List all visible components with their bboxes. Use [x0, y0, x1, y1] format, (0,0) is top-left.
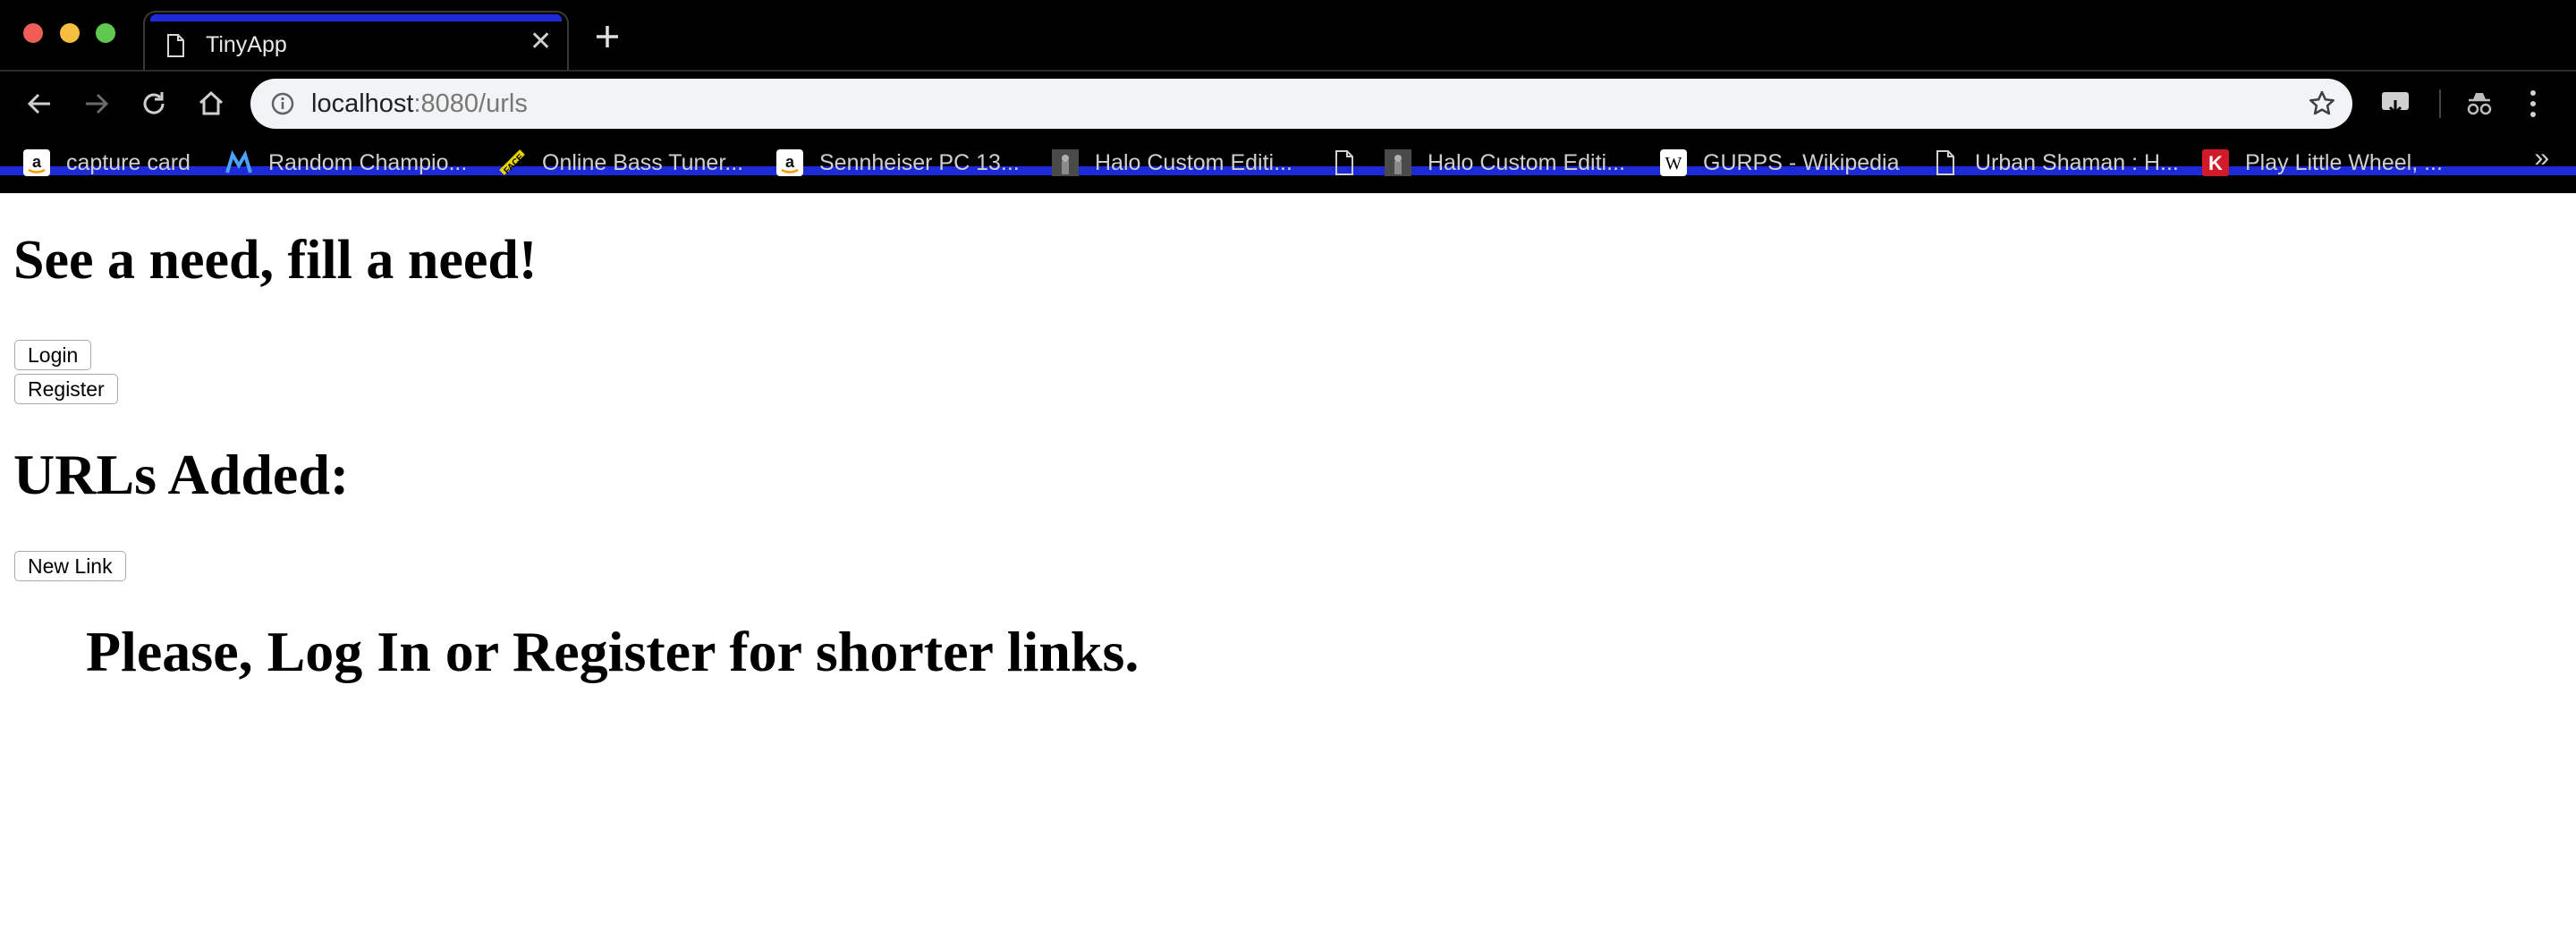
- bookmarks-overflow-icon[interactable]: »: [2534, 143, 2549, 173]
- info-icon[interactable]: [270, 91, 295, 121]
- bookmark-halo-1[interactable]: Halo Custom Editi...: [1052, 147, 1292, 179]
- wikipedia-icon: W: [1660, 149, 1687, 176]
- svg-text:a: a: [785, 153, 795, 171]
- close-window-button[interactable]: [23, 23, 43, 43]
- address-bar[interactable]: localhost:8080/urls: [250, 79, 2352, 129]
- new-tab-icon[interactable]: [592, 21, 623, 52]
- bookmark-label: Urban Shaman : H...: [1975, 149, 2179, 175]
- svg-text:a: a: [32, 153, 42, 171]
- minimize-window-button[interactable]: [60, 23, 80, 43]
- k-logo-icon: K: [2202, 149, 2229, 176]
- bookmark-label: Online Bass Tuner...: [542, 149, 744, 175]
- maximize-window-button[interactable]: [96, 23, 115, 43]
- bookmark-capture-card[interactable]: a capture card: [23, 147, 191, 179]
- page-icon: [166, 34, 184, 62]
- page-icon: [1932, 149, 1959, 176]
- page-title: See a need, fill a need!: [13, 230, 538, 291]
- bookmark-random-champion[interactable]: Random Champio...: [225, 147, 467, 179]
- urls-heading: URLs Added:: [13, 443, 350, 506]
- tab-accent: [150, 14, 562, 21]
- bookmark-label: Sennheiser PC 13...: [819, 149, 1020, 175]
- more-menu-icon[interactable]: [2524, 88, 2542, 124]
- home-icon[interactable]: [195, 88, 227, 120]
- tab-title: TinyApp: [206, 32, 287, 57]
- halo-icon: [1052, 149, 1079, 176]
- m-logo-icon: [225, 149, 252, 176]
- browser-chrome: TinyApp ✕ localhost:8080/urls a capture …: [0, 0, 2576, 193]
- bookmark-gurps[interactable]: W GURPS - Wikipedia: [1660, 147, 1900, 179]
- tab-tinyapp[interactable]: TinyApp ✕: [143, 11, 569, 70]
- close-tab-icon[interactable]: ✕: [530, 29, 552, 55]
- register-button[interactable]: Register: [14, 374, 118, 404]
- cast-extension-icon[interactable]: [2379, 88, 2411, 123]
- bookmark-untitled[interactable]: [1331, 147, 1374, 179]
- bookmark-little-wheel[interactable]: K Play Little Wheel, ...: [2202, 147, 2443, 179]
- svg-text:W: W: [1665, 154, 1682, 173]
- bookmark-label: Halo Custom Editi...: [1095, 149, 1292, 175]
- bookmark-star-icon[interactable]: [2308, 89, 2336, 123]
- svg-text:K: K: [2208, 152, 2223, 174]
- bookmark-label: Play Little Wheel, ...: [2245, 149, 2443, 175]
- back-arrow-icon[interactable]: [23, 88, 55, 120]
- bookmark-label: capture card: [66, 149, 191, 175]
- amazon-icon: a: [776, 149, 803, 176]
- bookmark-label: Random Champio...: [268, 149, 468, 175]
- page-icon: [1331, 149, 1358, 176]
- toolbar-separator: [2439, 89, 2441, 118]
- url-text: localhost:8080/urls: [311, 89, 528, 119]
- new-link-button[interactable]: New Link: [14, 551, 126, 581]
- amazon-icon: a: [23, 149, 50, 176]
- bookmark-bass-tuner[interactable]: FACE Online Bass Tuner...: [499, 147, 743, 179]
- incognito-icon[interactable]: [2463, 88, 2496, 123]
- toolbar-divider: [0, 70, 2576, 72]
- bookmarks-bar: a capture card Random Champio... FACE On…: [0, 143, 2576, 179]
- bookmark-label: Halo Custom Editi...: [1428, 149, 1625, 175]
- forward-arrow-icon[interactable]: [80, 88, 113, 120]
- bookmark-label: GURPS - Wikipedia: [1703, 149, 1900, 175]
- bookmark-urban-shaman[interactable]: Urban Shaman : H...: [1932, 147, 2179, 179]
- bookmark-sennheiser[interactable]: a Sennheiser PC 13...: [776, 147, 1020, 179]
- login-button[interactable]: Login: [14, 340, 92, 370]
- tuner-icon: FACE: [499, 149, 526, 176]
- login-notice: Please, Log In or Register for shorter l…: [86, 620, 1140, 683]
- reload-icon[interactable]: [138, 88, 170, 120]
- url-path: :8080/urls: [413, 89, 528, 118]
- bookmark-halo-2[interactable]: Halo Custom Editi...: [1385, 147, 1625, 179]
- url-host: localhost: [311, 89, 414, 118]
- halo-icon: [1385, 149, 1411, 176]
- page-content: See a need, fill a need! Login Register …: [0, 193, 2576, 939]
